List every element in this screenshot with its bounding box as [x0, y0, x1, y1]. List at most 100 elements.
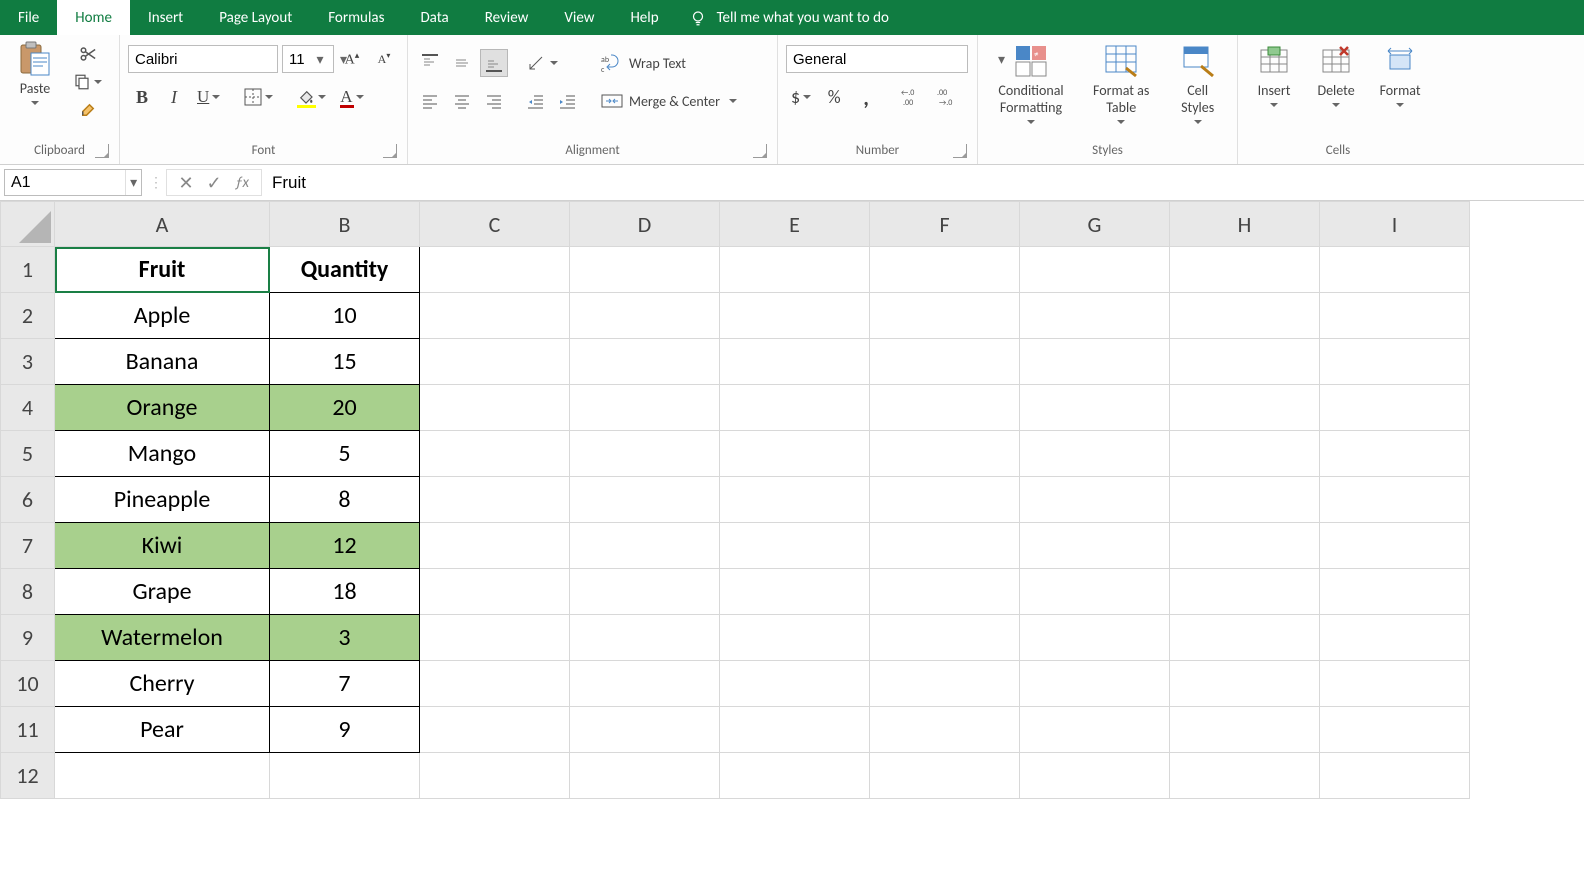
cell-G10[interactable]: [1020, 661, 1170, 707]
cell-H5[interactable]: [1170, 431, 1320, 477]
column-header[interactable]: A: [55, 202, 270, 247]
cell-B5[interactable]: 5: [270, 431, 420, 477]
cell-C8[interactable]: [420, 569, 570, 615]
chevron-down-icon[interactable]: ▾: [125, 170, 141, 195]
align-bottom-button[interactable]: [480, 49, 508, 77]
cell-A1[interactable]: Fruit: [55, 247, 270, 293]
cell-F3[interactable]: [870, 339, 1020, 385]
row-header[interactable]: 12: [1, 753, 55, 799]
cell-I4[interactable]: [1320, 385, 1470, 431]
insert-cells-button[interactable]: Insert: [1246, 41, 1302, 109]
cell-A4[interactable]: Orange: [55, 385, 270, 431]
cell-D3[interactable]: [570, 339, 720, 385]
cell-G7[interactable]: [1020, 523, 1170, 569]
cell-H7[interactable]: [1170, 523, 1320, 569]
cell-G12[interactable]: [1020, 753, 1170, 799]
cell-G6[interactable]: [1020, 477, 1170, 523]
tab-formulas[interactable]: Formulas: [310, 0, 402, 35]
row-header[interactable]: 3: [1, 339, 55, 385]
cell-B8[interactable]: 18: [270, 569, 420, 615]
cell-C3[interactable]: [420, 339, 570, 385]
column-header[interactable]: B: [270, 202, 420, 247]
formula-input[interactable]: [262, 165, 1584, 200]
enter-formula-button[interactable]: ✓: [201, 169, 227, 197]
align-right-button[interactable]: [480, 87, 508, 115]
cell-G8[interactable]: [1020, 569, 1170, 615]
column-header[interactable]: H: [1170, 202, 1320, 247]
cell-E5[interactable]: [720, 431, 870, 477]
tab-page-layout[interactable]: Page Layout: [201, 0, 310, 35]
increase-indent-button[interactable]: [554, 87, 582, 115]
decrease-indent-button[interactable]: [522, 87, 550, 115]
column-header[interactable]: D: [570, 202, 720, 247]
cell-B10[interactable]: 7: [270, 661, 420, 707]
cell-E12[interactable]: [720, 753, 870, 799]
cell-B12[interactable]: [270, 753, 420, 799]
cell-I9[interactable]: [1320, 615, 1470, 661]
bold-button[interactable]: B: [128, 83, 156, 111]
cell-C11[interactable]: [420, 707, 570, 753]
borders-button[interactable]: [239, 83, 278, 111]
cell-B6[interactable]: 8: [270, 477, 420, 523]
cell-H3[interactable]: [1170, 339, 1320, 385]
cell-A8[interactable]: Grape: [55, 569, 270, 615]
cell-D7[interactable]: [570, 523, 720, 569]
cell-F9[interactable]: [870, 615, 1020, 661]
number-format-combo[interactable]: ▾: [786, 45, 968, 73]
cell-F1[interactable]: [870, 247, 1020, 293]
cell-I8[interactable]: [1320, 569, 1470, 615]
paste-button[interactable]: Paste: [8, 39, 62, 107]
cell-H4[interactable]: [1170, 385, 1320, 431]
cell-G9[interactable]: [1020, 615, 1170, 661]
merge-center-button[interactable]: Merge & Center: [596, 87, 766, 115]
dialog-launcher-icon[interactable]: [753, 144, 767, 158]
cell-B3[interactable]: 15: [270, 339, 420, 385]
format-as-table-button[interactable]: Format as Table: [1082, 41, 1160, 126]
dialog-launcher-icon[interactable]: [383, 144, 397, 158]
cell-G11[interactable]: [1020, 707, 1170, 753]
cell-D8[interactable]: [570, 569, 720, 615]
cell-G2[interactable]: [1020, 293, 1170, 339]
comma-format-button[interactable]: ,: [852, 83, 880, 111]
cell-E11[interactable]: [720, 707, 870, 753]
row-header[interactable]: 2: [1, 293, 55, 339]
cell-E9[interactable]: [720, 615, 870, 661]
name-box-input[interactable]: [5, 174, 125, 192]
cell-E4[interactable]: [720, 385, 870, 431]
cell-D1[interactable]: [570, 247, 720, 293]
underline-button[interactable]: U: [192, 83, 225, 111]
cell-A5[interactable]: Mango: [55, 431, 270, 477]
cell-F7[interactable]: [870, 523, 1020, 569]
cell-A12[interactable]: [55, 753, 270, 799]
cell-C6[interactable]: [420, 477, 570, 523]
cell-F6[interactable]: [870, 477, 1020, 523]
copy-button[interactable]: [68, 71, 107, 93]
cell-C5[interactable]: [420, 431, 570, 477]
align-left-button[interactable]: [416, 87, 444, 115]
column-header[interactable]: I: [1320, 202, 1470, 247]
name-box[interactable]: ▾: [4, 169, 142, 196]
cell-E1[interactable]: [720, 247, 870, 293]
cell-A7[interactable]: Kiwi: [55, 523, 270, 569]
cell-D12[interactable]: [570, 753, 720, 799]
fx-icon[interactable]: ƒx: [229, 174, 255, 192]
row-header[interactable]: 11: [1, 707, 55, 753]
cell-D4[interactable]: [570, 385, 720, 431]
spreadsheet-grid[interactable]: ABCDEFGHI1FruitQuantity2Apple103Banana15…: [0, 201, 1584, 799]
cell-B1[interactable]: Quantity: [270, 247, 420, 293]
format-painter-button[interactable]: [68, 99, 107, 121]
cell-H12[interactable]: [1170, 753, 1320, 799]
align-center-button[interactable]: [448, 87, 476, 115]
font-size-combo[interactable]: ▾: [282, 45, 334, 73]
cell-E10[interactable]: [720, 661, 870, 707]
cell-B9[interactable]: 3: [270, 615, 420, 661]
cell-B7[interactable]: 12: [270, 523, 420, 569]
accounting-format-button[interactable]: $: [786, 83, 816, 111]
cell-H6[interactable]: [1170, 477, 1320, 523]
row-header[interactable]: 5: [1, 431, 55, 477]
cell-D2[interactable]: [570, 293, 720, 339]
tab-home[interactable]: Home: [57, 0, 130, 35]
cell-C9[interactable]: [420, 615, 570, 661]
cell-A10[interactable]: Cherry: [55, 661, 270, 707]
cell-C1[interactable]: [420, 247, 570, 293]
